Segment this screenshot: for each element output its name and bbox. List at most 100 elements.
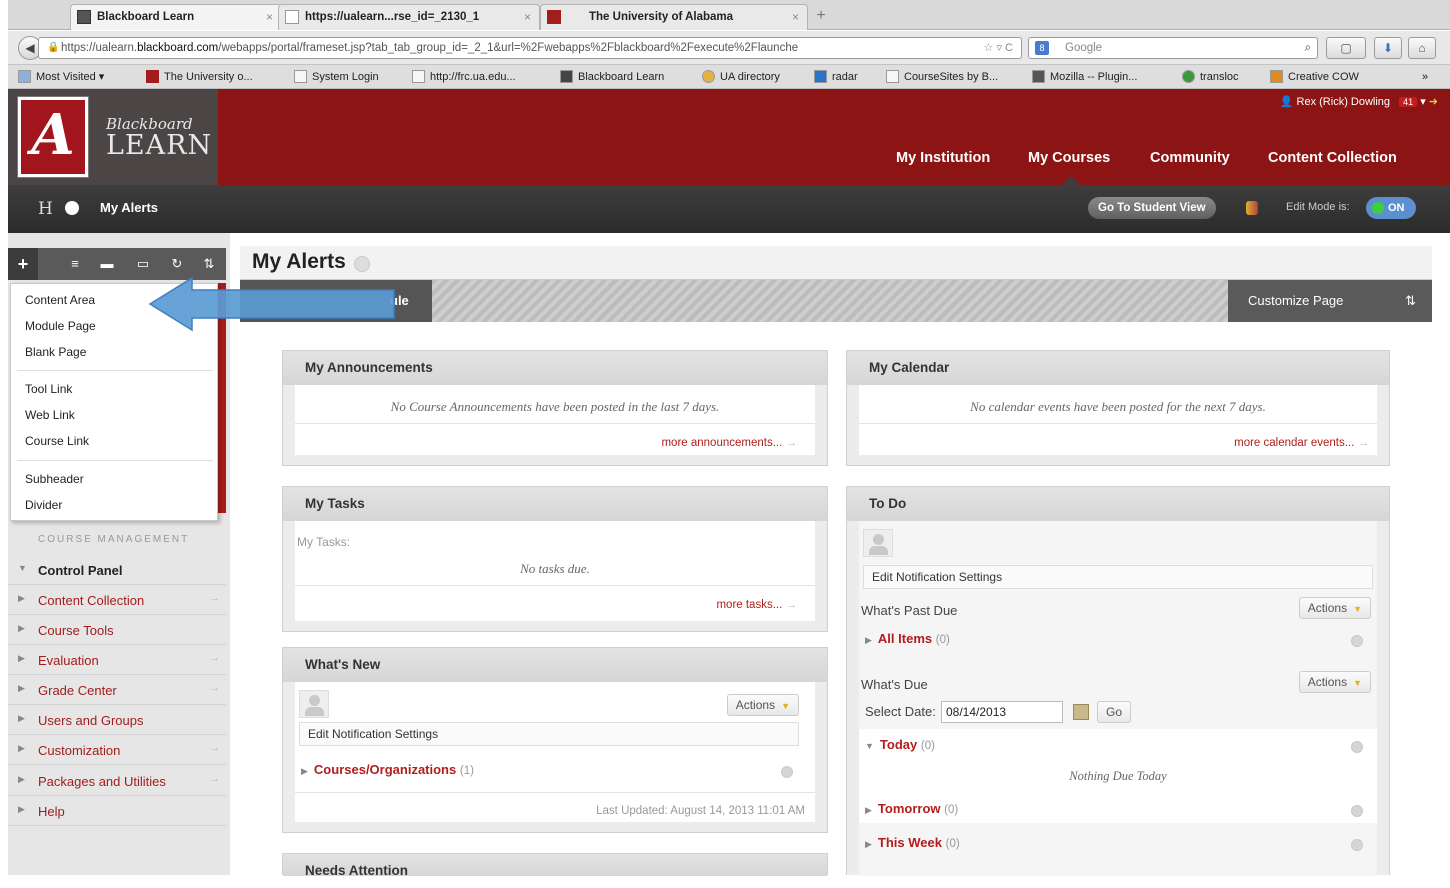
bookmark-most-visited[interactable]: Most Visited ▾ bbox=[18, 69, 104, 85]
chevron-down-icon[interactable]: ▾ bbox=[1420, 96, 1429, 108]
tab-community[interactable]: Community bbox=[1150, 150, 1230, 166]
bookmark-coursesites[interactable]: CourseSites by B... bbox=[886, 69, 998, 85]
list-view-icon[interactable]: ≡ bbox=[60, 248, 90, 280]
tab-close-icon[interactable]: × bbox=[266, 5, 273, 29]
add-menu-item-button[interactable]: + bbox=[8, 248, 38, 280]
cp-item-course-tools[interactable]: ▶ Course Tools bbox=[8, 615, 226, 645]
today-link[interactable]: ▼ Today (0) bbox=[865, 737, 935, 752]
bookmarks-overflow[interactable]: » bbox=[1422, 69, 1428, 85]
menu-item-content-area[interactable]: Content Area bbox=[25, 293, 95, 307]
bookmark-ua-directory[interactable]: UA directory bbox=[702, 69, 780, 85]
new-tab-button[interactable]: + bbox=[810, 6, 832, 28]
menu-item-module-page[interactable]: Module Page bbox=[25, 319, 96, 333]
home-icon[interactable]: ⌂ bbox=[1408, 37, 1436, 59]
menu-item-divider[interactable]: Divider bbox=[25, 498, 62, 512]
bookmark-frc[interactable]: http://frc.ua.edu... bbox=[412, 69, 516, 85]
edit-mode-toggle[interactable]: ON bbox=[1366, 197, 1416, 219]
cp-item-grade-center[interactable]: ▶ Grade Center → bbox=[8, 675, 226, 705]
cp-item-users-groups[interactable]: ▶ Users and Groups bbox=[8, 705, 226, 735]
date-field[interactable]: 08/14/2013 bbox=[941, 701, 1063, 723]
edit-notification-settings[interactable]: Edit Notification Settings bbox=[863, 565, 1373, 589]
browser-tab-blackboard[interactable]: Blackboard Learn × bbox=[70, 4, 282, 30]
window-button[interactable]: ▢ bbox=[1326, 37, 1366, 59]
search-engine-icon[interactable]: 8 bbox=[1035, 41, 1049, 55]
cp-item-packages-utilities[interactable]: ▶ Packages and Utilities → bbox=[8, 766, 226, 796]
more-announcements-link[interactable]: more announcements... → bbox=[661, 437, 797, 449]
tab-my-institution[interactable]: My Institution bbox=[896, 150, 990, 166]
cp-item-help[interactable]: ▶ Help bbox=[8, 796, 226, 826]
module-title[interactable]: My Calendar bbox=[847, 351, 1389, 385]
arrow-icon: → bbox=[782, 599, 797, 611]
actions-button[interactable]: Actions ▼ bbox=[726, 694, 799, 716]
university-logo[interactable]: A bbox=[18, 97, 88, 177]
cp-item-evaluation[interactable]: ▶ Evaluation → bbox=[8, 645, 226, 675]
more-tasks-link[interactable]: more tasks... → bbox=[716, 599, 797, 611]
bookmark-university[interactable]: The University o... bbox=[146, 69, 253, 85]
go-button[interactable]: Go bbox=[1097, 701, 1132, 723]
bookmark-transloc[interactable]: transloc bbox=[1182, 69, 1239, 85]
tomorrow-link[interactable]: ▶ Tomorrow (0) bbox=[865, 801, 958, 816]
menu-item-course-link[interactable]: Course Link bbox=[25, 434, 89, 448]
cp-item-content-collection[interactable]: ▶ Content Collection → bbox=[8, 585, 226, 615]
blackboard-favicon bbox=[77, 10, 91, 24]
bookmark-star-icon[interactable]: ☆ ▿ C bbox=[977, 38, 1013, 58]
past-due-actions-button[interactable]: Actions ▼ bbox=[1298, 597, 1371, 619]
logout-icon[interactable]: ➜ bbox=[1429, 96, 1438, 108]
this-week-link[interactable]: ▶ This Week (0) bbox=[865, 835, 960, 850]
bookmark-blackboard[interactable]: Blackboard Learn bbox=[560, 69, 664, 85]
menu-item-tool-link[interactable]: Tool Link bbox=[25, 382, 72, 396]
magnifier-icon[interactable]: ⌕ bbox=[1305, 38, 1311, 58]
module-title[interactable]: My Tasks bbox=[283, 487, 827, 521]
notification-badge[interactable]: 41 bbox=[1399, 97, 1418, 107]
breadcrumb: My Alerts bbox=[100, 200, 159, 215]
bookmark-label: System Login bbox=[312, 71, 379, 83]
calendar-icon[interactable] bbox=[1073, 704, 1089, 720]
title-options-icon[interactable] bbox=[354, 256, 370, 272]
address-bar[interactable]: 🔒 https://ualearn.blackboard.com/webapps… bbox=[38, 37, 1022, 59]
module-title[interactable]: What's New bbox=[283, 648, 827, 682]
help-icon[interactable] bbox=[1246, 201, 1258, 215]
edit-notification-settings[interactable]: Edit Notification Settings bbox=[299, 722, 799, 746]
user-menu[interactable]: 👤 Rex (Rick) Dowling 41 ▾ ➜ bbox=[1280, 95, 1438, 108]
home-link[interactable]: H bbox=[38, 199, 53, 219]
tab-my-courses[interactable]: My Courses bbox=[1028, 150, 1110, 166]
module-body: My Tasks: No tasks due. more tasks... → bbox=[295, 521, 815, 621]
module-calendar: My Calendar No calendar events have been… bbox=[846, 350, 1390, 466]
bookmark-creative-cow[interactable]: Creative COW bbox=[1270, 69, 1359, 85]
home-dot-icon[interactable] bbox=[65, 201, 79, 215]
bookmark-system-login[interactable]: System Login bbox=[294, 69, 379, 85]
student-view-button[interactable]: Go To Student View bbox=[1088, 197, 1216, 219]
menu-item-web-link[interactable]: Web Link bbox=[25, 408, 75, 422]
module-title[interactable]: Needs Attention bbox=[283, 854, 827, 878]
bookmark-mozilla[interactable]: Mozilla -- Plugin... bbox=[1032, 69, 1137, 85]
tab-close-icon[interactable]: × bbox=[792, 5, 799, 29]
search-input[interactable]: 8 Google ⌕ bbox=[1028, 37, 1318, 59]
tab-close-icon[interactable]: × bbox=[524, 5, 531, 29]
reorder-icon[interactable]: ⇅ bbox=[1405, 280, 1416, 322]
all-items-link[interactable]: ▶ All Items (0) bbox=[865, 631, 950, 646]
options-icon[interactable] bbox=[781, 766, 793, 778]
options-icon[interactable] bbox=[1351, 635, 1363, 647]
options-icon[interactable] bbox=[1351, 741, 1363, 753]
menu-item-blank-page[interactable]: Blank Page bbox=[25, 345, 86, 359]
menu-item-subheader[interactable]: Subheader bbox=[25, 472, 84, 486]
courses-organizations-link[interactable]: ▶ Courses/Organizations (1) bbox=[301, 762, 474, 777]
folder-view-icon[interactable]: ▬ bbox=[92, 248, 122, 280]
module-title[interactable]: My Announcements bbox=[283, 351, 827, 385]
customize-page-button[interactable]: Customize Page ⇅ bbox=[1228, 280, 1432, 322]
avatar bbox=[299, 690, 329, 718]
options-icon[interactable] bbox=[1351, 839, 1363, 851]
whats-due-actions-button[interactable]: Actions ▼ bbox=[1298, 671, 1371, 693]
cp-item-customization[interactable]: ▶ Customization → bbox=[8, 735, 226, 765]
more-calendar-link[interactable]: more calendar events... → bbox=[1234, 437, 1369, 449]
control-panel-header[interactable]: ▼ Control Panel bbox=[8, 555, 226, 585]
options-icon[interactable] bbox=[1351, 805, 1363, 817]
browser-tab-ualearn[interactable]: https://ualearn...rse_id=_2130_1 × bbox=[278, 4, 540, 30]
user-icon: 👤 bbox=[1279, 96, 1297, 108]
tab-content-collection[interactable]: Content Collection bbox=[1268, 150, 1397, 166]
download-icon[interactable]: ⬇ bbox=[1374, 37, 1402, 59]
bookmark-radar[interactable]: radar bbox=[814, 69, 858, 85]
module-title[interactable]: To Do bbox=[847, 487, 1389, 521]
browser-tab-alabama[interactable]: The University of Alabama × bbox=[540, 4, 808, 30]
item-count: (0) bbox=[935, 634, 950, 646]
